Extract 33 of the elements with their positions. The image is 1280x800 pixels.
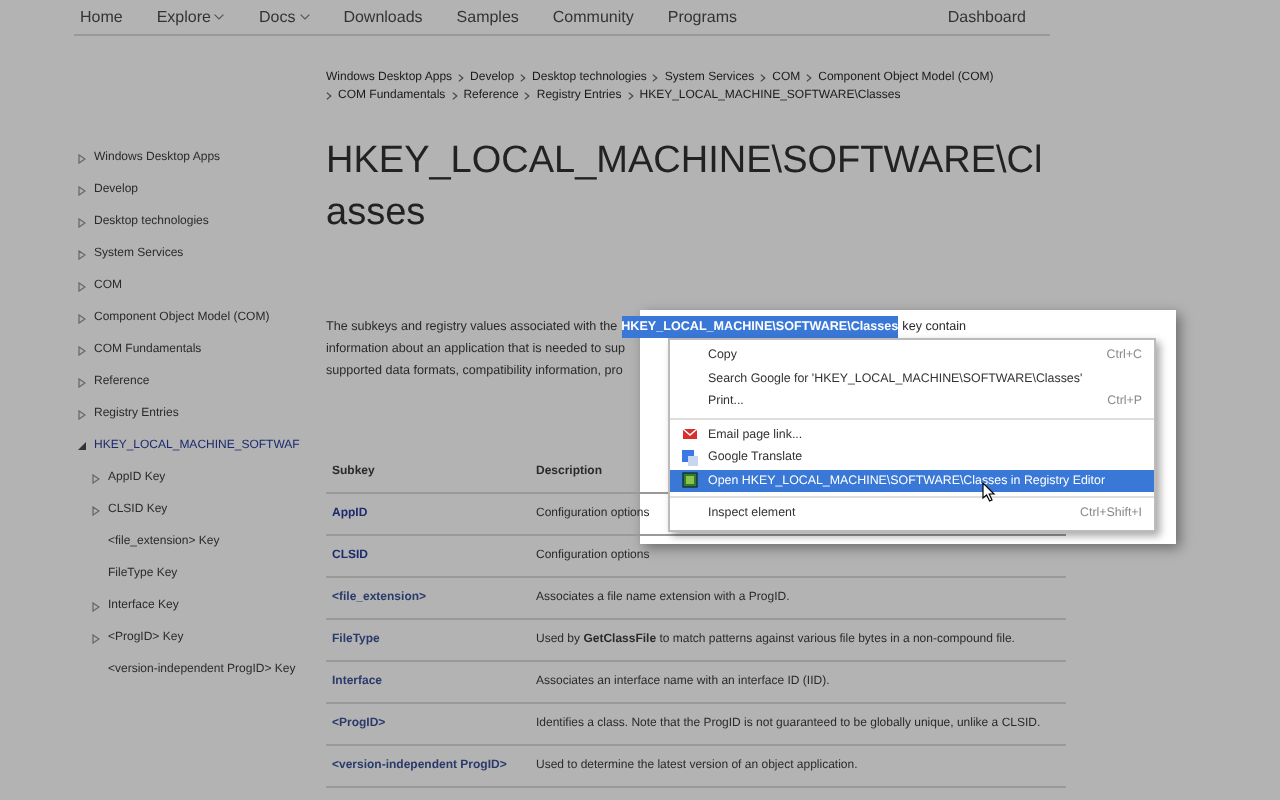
nav-link[interactable]: Explore [156, 5, 225, 29]
cube-icon [682, 472, 698, 489]
collapsed-triangle-icon[interactable] [77, 346, 85, 356]
nav-link[interactable]: Home [80, 5, 123, 29]
collapsed-triangle-icon[interactable] [77, 282, 85, 292]
chevron-down-icon [214, 14, 225, 20]
nav-link[interactable]: Docs [258, 5, 310, 29]
page-title: HKEY_LOCAL_MACHINE\SOFTWARE\Classes [326, 138, 1045, 238]
translate-icon [682, 449, 698, 466]
chevron-right-icon [326, 91, 332, 100]
chevron-down-icon [299, 14, 310, 20]
collapsed-triangle-icon[interactable] [77, 154, 85, 164]
collapsed-triangle-icon[interactable] [77, 314, 85, 324]
collapsed-triangle-icon[interactable] [91, 602, 99, 612]
collapsed-triangle-icon[interactable] [77, 186, 85, 196]
collapsed-triangle-icon[interactable] [77, 218, 85, 228]
nav-link[interactable]: Community [552, 5, 634, 29]
chevron-right-icon [760, 74, 767, 83]
collapsed-triangle-icon[interactable] [77, 250, 85, 260]
chevron-right-icon [652, 74, 659, 83]
collapsed-triangle-icon[interactable] [91, 474, 99, 484]
nav-link[interactable]: Downloads [343, 5, 423, 29]
nav-link[interactable]: Programs [667, 5, 738, 29]
collapsed-triangle-icon[interactable] [77, 378, 85, 388]
dashboard-link[interactable]: Dashboard [947, 5, 1026, 29]
nav-link[interactable]: Samples [456, 5, 519, 29]
envelope-icon [682, 426, 698, 443]
collapsed-triangle-icon[interactable] [91, 634, 99, 644]
collapsed-triangle-icon[interactable] [77, 410, 85, 420]
chevron-right-icon [627, 91, 634, 100]
collapsed-triangle-icon[interactable] [91, 506, 99, 516]
expanded-triangle-icon[interactable] [77, 442, 85, 450]
chevron-right-icon [806, 74, 813, 83]
